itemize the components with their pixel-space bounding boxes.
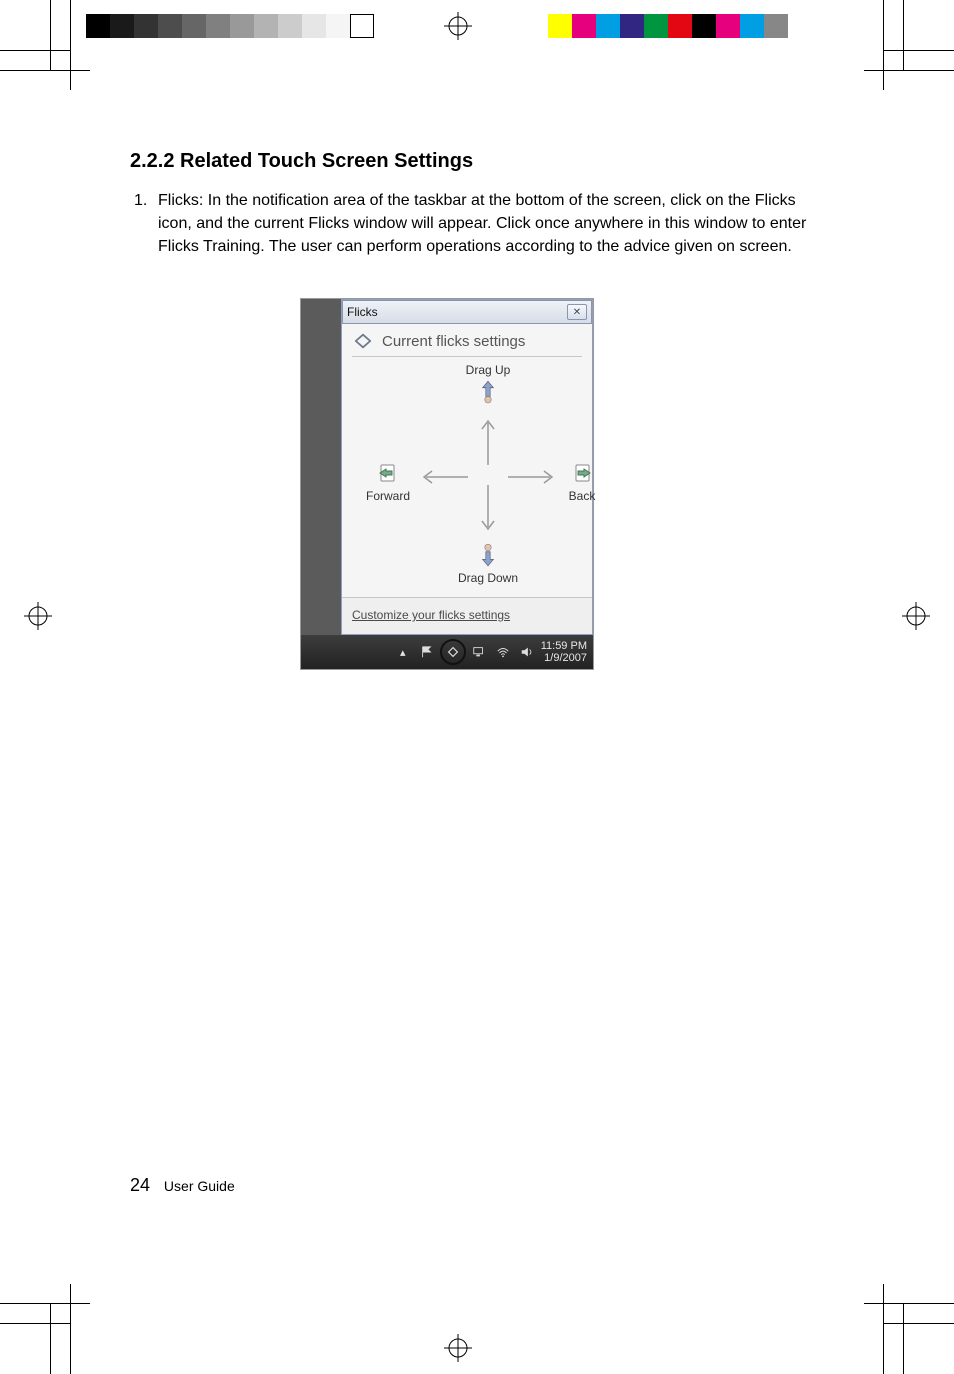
flicks-heading: Current flicks settings: [382, 333, 525, 350]
show-hidden-icons-icon[interactable]: ▴: [395, 644, 411, 660]
close-icon: ✕: [573, 307, 581, 318]
direction-down: Drag Down: [448, 541, 528, 585]
back-icon: [568, 459, 596, 487]
crop-mark-tl: [0, 0, 90, 90]
registration-mark-top: [444, 12, 472, 40]
flicks-tray-icon-highlight: [440, 639, 466, 665]
arrow-up-icon: [480, 417, 496, 465]
taskbar-clock[interactable]: 11:59 PM 1/9/2007: [541, 640, 587, 664]
volume-icon[interactable]: [519, 644, 535, 660]
direction-left-label: Forward: [348, 489, 428, 503]
section-title: Related Touch Screen Settings: [180, 150, 473, 172]
wifi-icon[interactable]: [495, 644, 511, 660]
direction-up: Drag Up: [448, 361, 528, 405]
flicks-screenshot: Flicks ✕ Current flicks settings: [300, 298, 594, 670]
network-icon[interactable]: [471, 644, 487, 660]
crop-mark-bl: [0, 1284, 90, 1374]
registration-mark-left: [24, 602, 52, 630]
window-titlebar[interactable]: Flicks ✕: [342, 300, 592, 324]
notification-area: ▴: [395, 639, 535, 665]
registration-mark-right: [902, 602, 930, 630]
direction-right: Back: [542, 459, 622, 503]
list-item-1: 1.Flicks: In the notification area of th…: [130, 189, 830, 259]
colour-bar: [548, 14, 836, 38]
taskbar: ▴ 11:59 P: [301, 635, 593, 669]
list-item-1-text: Flicks: In the notification area of the …: [158, 192, 806, 255]
list-item-1-number: 1.: [134, 189, 158, 212]
section-number: 2.2.2: [130, 150, 174, 172]
direction-down-label: Drag Down: [448, 571, 528, 585]
page-footer: 24 User Guide: [130, 1175, 235, 1196]
registration-mark-bottom: [444, 1334, 472, 1362]
section-heading: 2.2.2 Related Touch Screen Settings: [130, 150, 830, 173]
desktop-background-strip: [301, 299, 341, 635]
clock-time: 11:59 PM: [541, 640, 587, 652]
flicks-tray-icon[interactable]: [445, 644, 461, 660]
window-title: Flicks: [347, 305, 378, 319]
drag-down-icon: [474, 541, 502, 569]
close-button[interactable]: ✕: [567, 304, 587, 320]
footer-label: User Guide: [164, 1178, 235, 1194]
crop-mark-br: [864, 1284, 954, 1374]
forward-icon: [374, 459, 402, 487]
flicks-icon: [352, 332, 374, 350]
direction-up-label: Drag Up: [448, 363, 528, 377]
crop-mark-tr: [864, 0, 954, 90]
greyscale-bar: [86, 14, 374, 38]
direction-left: Forward: [348, 459, 428, 503]
flag-icon[interactable]: [419, 644, 435, 660]
drag-up-icon: [474, 377, 502, 405]
flicks-direction-grid[interactable]: Drag Up Drag Down Forward: [342, 357, 592, 597]
direction-right-label: Back: [542, 489, 622, 503]
arrow-down-icon: [480, 485, 496, 533]
customize-flicks-link[interactable]: Customize your flicks settings: [342, 597, 592, 634]
clock-date: 1/9/2007: [541, 652, 587, 664]
page-number: 24: [130, 1175, 150, 1195]
